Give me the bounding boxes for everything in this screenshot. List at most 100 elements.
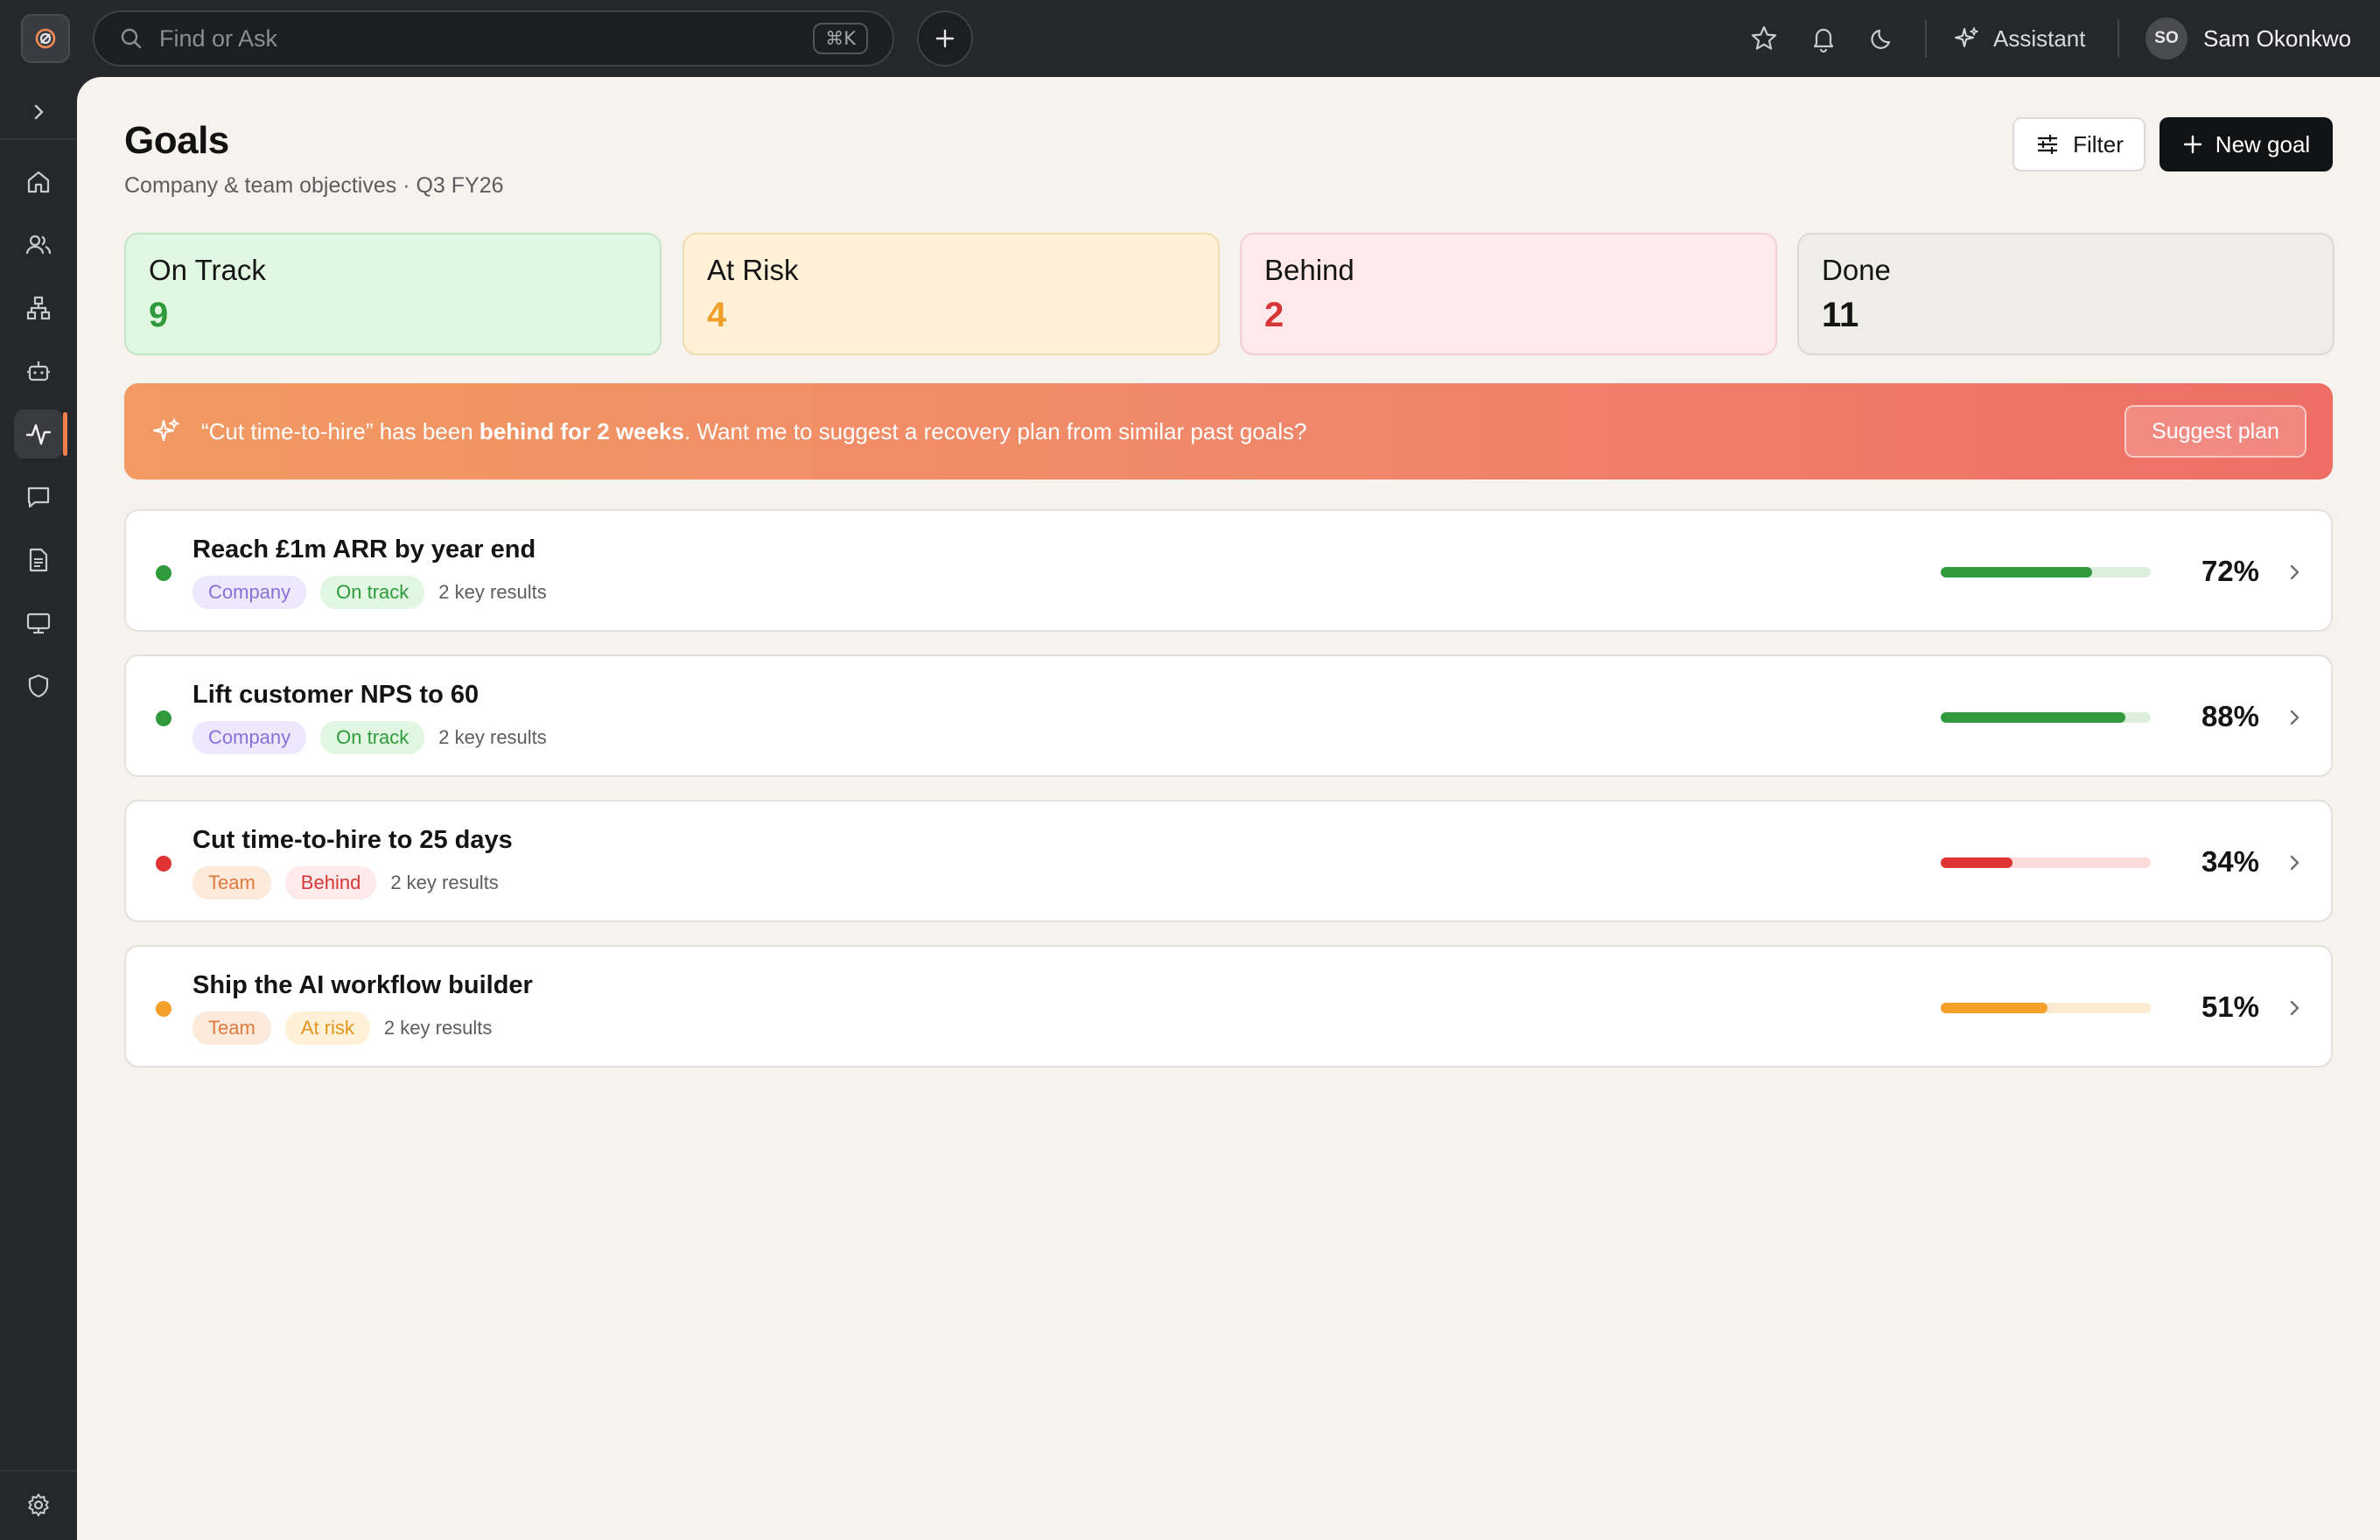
sidebar-divider (0, 138, 77, 140)
banner-message: “Cut time-to-hire” has been behind for 2… (201, 418, 2124, 445)
theme-toggle-button[interactable] (1864, 19, 1902, 58)
goal-status-tag: On track (320, 721, 425, 754)
goal-scope-tag: Company (192, 576, 307, 609)
favorites-button[interactable] (1745, 19, 1783, 58)
topbar-divider (2118, 19, 2119, 58)
goal-status-tag: On track (320, 576, 425, 609)
goal-title: Lift customer NPS to 60 (192, 681, 480, 709)
goal-status-tag: At risk (284, 1012, 370, 1045)
avatar: SO (2146, 18, 2188, 60)
goal-progress-value: 72% (2201, 555, 2259, 587)
sidebar-divider (0, 1470, 77, 1472)
goal-key-results: 2 key results (390, 872, 499, 893)
create-button[interactable] (917, 10, 973, 66)
banner-text-start: “Cut time-to-hire” has been (201, 417, 480, 444)
assistant-label: Assistant (1993, 24, 2086, 52)
stat-card-behind[interactable]: Behind 2 (1240, 233, 1777, 355)
stat-value: 2 (1264, 296, 1284, 334)
suggest-plan-button[interactable]: Suggest plan (2124, 405, 2306, 458)
new-goal-button[interactable]: New goal (2160, 117, 2333, 172)
moon-icon (1871, 29, 1891, 49)
goal-tags: Company On track 2 key results (192, 576, 547, 609)
stat-label: At Risk (707, 254, 799, 286)
filter-label: Filter (2073, 130, 2124, 158)
user-menu[interactable]: SO Sam Okonkwo (2146, 12, 2351, 65)
main-content: Goals Company & team objectives · Q3 FY2… (77, 77, 2380, 1540)
goal-status-tag: Behind (284, 866, 377, 900)
goal-tags: Team At risk 2 key results (192, 1012, 492, 1045)
goal-key-results: 2 key results (438, 726, 547, 748)
stat-label: Behind (1264, 254, 1354, 286)
stat-label: On Track (149, 254, 266, 286)
sidebar-item-goals[interactable] (14, 410, 63, 458)
stat-value: 11 (1822, 296, 1859, 334)
stat-card-on-track[interactable]: On Track 9 (124, 233, 662, 355)
sidebar-item-org-chart[interactable] (14, 284, 63, 332)
page-title: Goals (124, 119, 229, 162)
people-icon (25, 234, 52, 255)
sidebar-active-indicator (63, 412, 67, 456)
goal-open-button[interactable] (2277, 845, 2312, 880)
banner-text-emphasis: behind for 2 weeks (479, 417, 684, 444)
home-icon (27, 171, 50, 193)
bell-icon (1813, 28, 1834, 53)
notifications-button[interactable] (1804, 19, 1843, 58)
goal-status-dot (156, 1001, 172, 1017)
goal-progress-fill (1941, 858, 2012, 868)
banner-text-end: . Want me to suggest a recovery plan fro… (683, 417, 1307, 444)
goal-row[interactable]: Cut time-to-hire to 25 days Team Behind … (124, 800, 2333, 922)
search-bar[interactable]: Find or Ask ⌘K (93, 10, 894, 66)
sidebar-item-devices[interactable] (14, 598, 63, 648)
goal-title: Reach £1m ARR by year end (192, 536, 536, 564)
app-logo-button[interactable] (21, 14, 70, 63)
goal-progress-bar (1941, 1003, 2151, 1013)
sidebar-item-automation[interactable] (14, 346, 63, 396)
sidebar-item-security[interactable] (14, 662, 63, 710)
topbar-divider (1925, 19, 1927, 58)
new-goal-label: New goal (2215, 130, 2311, 158)
goal-status-dot (156, 710, 172, 726)
goal-scope-tag: Team (192, 1012, 271, 1045)
sidebar (0, 77, 77, 1540)
search-shortcut-badge: ⌘K (813, 23, 868, 54)
search-input[interactable]: Find or Ask (159, 25, 813, 52)
chevron-right-icon (2290, 710, 2300, 725)
goal-open-button[interactable] (2277, 990, 2312, 1026)
stat-card-at-risk[interactable]: At Risk 4 (682, 233, 1220, 355)
sidebar-expand-button[interactable] (14, 88, 63, 136)
sidebar-item-settings[interactable] (14, 1480, 63, 1530)
goal-open-button[interactable] (2277, 700, 2312, 735)
goal-row[interactable]: Ship the AI workflow builder Team At ris… (124, 945, 2333, 1068)
document-icon (29, 548, 48, 572)
search-icon (121, 28, 142, 49)
stat-value: 9 (149, 296, 169, 334)
goal-open-button[interactable] (2277, 555, 2312, 590)
star-icon (1751, 25, 1777, 50)
goal-tags: Company On track 2 key results (192, 721, 547, 754)
top-bar: Find or Ask ⌘K Assistant SO Sam Okonkwo (0, 0, 2380, 77)
stat-value: 4 (707, 296, 727, 334)
plus-icon (2183, 135, 2202, 154)
goal-tags: Team Behind 2 key results (192, 866, 499, 900)
filter-button[interactable]: Filter (2012, 117, 2146, 172)
sparkle-icon (152, 418, 179, 442)
goal-row[interactable]: Lift customer NPS to 60 Company On track… (124, 654, 2333, 777)
sidebar-item-home[interactable] (14, 158, 63, 206)
goal-row[interactable]: Reach £1m ARR by year end Company On tra… (124, 509, 2333, 632)
user-name: Sam Okonkwo (2203, 24, 2352, 52)
goal-key-results: 2 key results (383, 1017, 493, 1039)
sidebar-item-people[interactable] (14, 220, 63, 270)
sidebar-item-documents[interactable] (14, 536, 63, 584)
stat-label: Done (1822, 254, 1891, 286)
gear-icon (28, 1494, 49, 1516)
goal-progress-bar (1941, 712, 2151, 723)
sidebar-item-messages[interactable] (14, 472, 63, 522)
sparkle-icon (1955, 27, 1978, 47)
assistant-button[interactable]: Assistant (1953, 16, 2086, 61)
plus-icon (935, 29, 955, 48)
robot-icon (27, 361, 50, 382)
goal-key-results: 2 key results (438, 581, 547, 603)
logo-icon (35, 28, 56, 49)
monitor-icon (26, 612, 51, 634)
stat-card-done[interactable]: Done 11 (1797, 233, 2334, 355)
